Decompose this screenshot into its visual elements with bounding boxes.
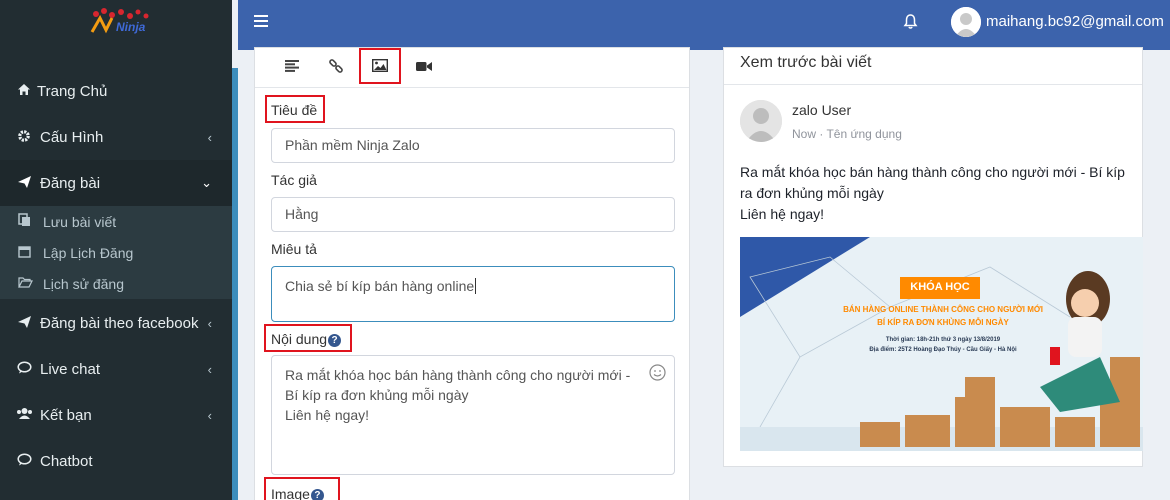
hamburger-icon[interactable] — [254, 15, 268, 27]
preview-title: Xem trước bài viết — [740, 54, 872, 71]
sidebar-subitem-schedule[interactable]: Lập Lịch Đăng — [0, 237, 232, 268]
content-line: Ra mắt khóa học bán hàng thành công cho … — [285, 367, 631, 383]
preview-body-line: ra đơn khủng mỗi ngày — [740, 185, 884, 201]
sidebar-item-live-chat[interactable]: Live chat ‹ — [0, 346, 232, 392]
chevron-left-icon: ‹ — [207, 129, 212, 145]
align-left-icon — [284, 59, 300, 77]
image-label-highlight — [264, 477, 340, 500]
chevron-down-icon: ⌄ — [201, 175, 212, 190]
sidebar-item-label: Đăng bài theo facebook — [40, 314, 199, 332]
content-label-highlight — [264, 324, 352, 352]
content-textarea[interactable]: Ra mắt khóa học bán hàng thành công cho … — [271, 355, 675, 475]
copy-icon — [18, 213, 31, 230]
title-label-highlight — [265, 95, 325, 123]
preview-user-name: zalo User — [792, 102, 852, 118]
sidebar-subitem-label: Lập Lịch Đăng — [43, 244, 134, 261]
author-input[interactable]: Hằng — [271, 197, 675, 232]
banner-place: Địa điểm: 25T2 Hoàng Đạo Thúy - Cầu Giấy… — [869, 347, 1017, 353]
users-icon — [16, 407, 32, 423]
chevron-left-icon: ‹ — [207, 361, 212, 377]
banner-illustration — [740, 237, 1143, 451]
sidebar-item-label: Trang Chủ — [37, 82, 108, 100]
emoji-icon[interactable] — [649, 364, 666, 386]
tab-link[interactable] — [319, 54, 353, 82]
preview-body-line: Liên hệ ngay! — [740, 206, 825, 222]
user-email[interactable]: maihang.bc92@gmail.com — [986, 13, 1164, 30]
description-label: Miêu tả — [271, 241, 317, 257]
user-avatar[interactable] — [951, 7, 981, 37]
description-textarea[interactable]: Chia sẻ bí kíp bán hàng online — [271, 266, 675, 322]
sidebar: Ninja Trang Chủ Cấu Hình ‹ Đăng bài ⌄ Lư… — [0, 0, 238, 500]
sidebar-item-config[interactable]: Cấu Hình ‹ — [0, 114, 232, 160]
preview-meta: Now · Tên ứng dụng — [792, 127, 902, 141]
title-input[interactable]: Phần mềm Ninja Zalo — [271, 128, 675, 163]
preview-avatar — [740, 100, 782, 142]
author-label: Tác giả — [271, 172, 317, 188]
bell-icon[interactable] — [903, 13, 918, 35]
sidebar-subitem-label: Lịch sử đăng — [43, 275, 124, 292]
calendar-icon — [18, 245, 31, 261]
banner-line-1: BÁN HÀNG ONLINE THÀNH CÔNG CHO NGƯỜI MỚI — [843, 305, 1043, 314]
sidebar-item-label: Live chat — [40, 360, 101, 378]
description-text: Chia sẻ bí kíp bán hàng online — [285, 278, 475, 294]
preview-body: Ra mắt khóa học bán hàng thành công cho … — [740, 162, 1130, 225]
chat-bubble-icon — [16, 453, 32, 469]
tab-text[interactable] — [275, 54, 309, 82]
sidebar-subitem-history[interactable]: Lịch sử đăng — [0, 268, 232, 299]
logo-text: Ninja — [116, 20, 146, 34]
paper-plane-icon — [16, 175, 32, 192]
chat-bubble-icon — [16, 361, 32, 377]
sidebar-item-post-facebook[interactable]: Đăng bài theo facebook ‹ — [0, 300, 232, 346]
banner-heading: KHÓA HỌC — [910, 281, 970, 293]
post-preview-panel: Xem trước bài viết zalo User Now · Tên ứ… — [723, 47, 1143, 467]
link-icon — [329, 58, 343, 78]
sidebar-subitem-saved-posts[interactable]: Lưu bài viết — [0, 206, 232, 237]
sidebar-item-label: Đăng bài — [40, 174, 101, 192]
image-tab-highlight — [359, 48, 401, 84]
paper-plane-icon — [16, 315, 32, 332]
preview-body-line: Ra mắt khóa học bán hàng thành công cho … — [740, 164, 1125, 180]
home-icon — [16, 83, 32, 99]
sidebar-item-post[interactable]: Đăng bài ⌄ — [0, 160, 232, 206]
editor-tabs — [255, 48, 689, 88]
sidebar-scrollbar[interactable] — [232, 68, 238, 500]
tab-video[interactable] — [407, 54, 441, 82]
sidebar-item-chatbot[interactable]: Chatbot — [0, 438, 232, 484]
sidebar-item-label: Chatbot — [40, 452, 93, 470]
logo[interactable]: Ninja — [0, 0, 232, 50]
content-line: Liên hệ ngay! — [285, 407, 370, 423]
chevron-left-icon: ‹ — [207, 407, 212, 423]
video-camera-icon — [416, 59, 432, 77]
sidebar-item-label: Cấu Hình — [40, 128, 104, 146]
top-navbar: maihang.bc92@gmail.com — [238, 0, 1170, 50]
gear-icon — [16, 129, 32, 146]
folder-open-icon — [18, 276, 33, 291]
preview-banner-image: KHÓA HỌC BÁN HÀNG ONLINE THÀNH CÔNG CHO … — [740, 237, 1143, 451]
post-editor-panel: Tiêu đề Phần mềm Ninja Zalo Tác giả Hằng… — [254, 47, 690, 500]
banner-line-2: BÍ KÍP RA ĐƠN KHỦNG MỖI NGÀY — [877, 318, 1009, 327]
content-line: Bí kíp ra đơn khủng mỗi ngày — [285, 387, 469, 403]
sidebar-item-label: Kết bạn — [40, 406, 92, 424]
sidebar-subitem-label: Lưu bài viết — [43, 213, 117, 230]
chevron-left-icon: ‹ — [207, 315, 212, 331]
sidebar-item-add-friend[interactable]: Kết bạn ‹ — [0, 392, 232, 438]
sidebar-item-home[interactable]: Trang Chủ — [0, 68, 232, 114]
banner-time: Thời gian: 18h-21h thứ 3 ngày 13/8/2019 — [885, 337, 1001, 343]
preview-divider — [724, 84, 1142, 85]
